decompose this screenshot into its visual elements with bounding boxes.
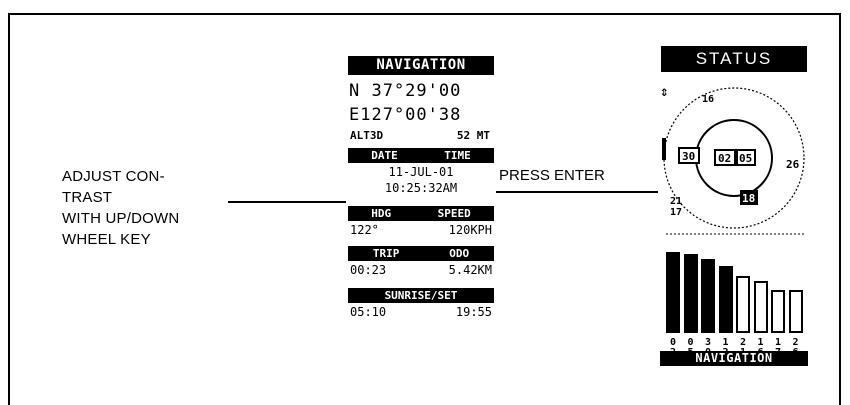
- hdg-value: 122°: [350, 223, 379, 237]
- odo-value: 5.42KM: [448, 263, 492, 277]
- odo-header: ODO: [449, 247, 470, 260]
- trip-odo-header: TRIP ODO: [348, 246, 494, 261]
- sat-label-bottom: 18: [742, 192, 755, 205]
- callout-line-3: WITH UP/DOWN: [62, 210, 180, 227]
- time-value: 10:25:32AM: [384, 181, 458, 195]
- status-footer: NAVIGATION: [660, 351, 808, 366]
- navigation-screen: NAVIGATION N 37°29'00 E127°00'38 ALT3D 5…: [346, 56, 496, 363]
- satellite-sky-view: ⇕ 16 30 02 05 26 18 21 17: [660, 84, 806, 235]
- callout-line-1: ADJUST CON-: [62, 168, 165, 185]
- sky-left-marker: [662, 138, 666, 160]
- altitude-row: ALT3D 52 MT: [346, 127, 496, 142]
- longitude-readout: E127°00'38: [349, 105, 462, 125]
- speed-value: 120KPH: [448, 223, 492, 237]
- hdg-speed-values: 122° 120KPH: [346, 222, 496, 238]
- sunrise-header: SUNRISE/SET: [348, 288, 494, 303]
- sunrise-value: 05:10: [350, 305, 387, 319]
- hdg-header: HDG: [371, 207, 392, 220]
- trip-odo-values: 00:23 5.42KM: [346, 262, 496, 278]
- date-header: DATE: [371, 149, 398, 162]
- sat-label-right: 26: [786, 158, 800, 171]
- date-time-header: DATE TIME: [348, 148, 494, 163]
- signal-bar: [683, 254, 698, 333]
- sat-label-north: 16: [702, 94, 714, 105]
- status-title: STATUS: [661, 46, 807, 72]
- hdg-speed-header: HDG SPEED: [348, 206, 494, 221]
- signal-bar: [666, 252, 680, 333]
- navigation-title: NAVIGATION: [348, 56, 494, 75]
- signal-bar: [736, 276, 750, 333]
- signal-bar: [753, 281, 768, 333]
- sat-label-center1: 02: [718, 152, 731, 165]
- callout-leader-line: [228, 201, 346, 203]
- signal-bar: [718, 266, 733, 333]
- status-screen: STATUS ⇕ 16 30 02 05 26 18 21 17 0 20 53…: [658, 46, 810, 366]
- sat-label-lower-left2: 21: [670, 196, 682, 207]
- sunrise-values: 05:10 19:55: [346, 304, 496, 320]
- trip-value: 00:23: [350, 263, 387, 277]
- contrast-callout: ADJUST CON- TRAST WITH UP/DOWN WHEEL KEY: [62, 166, 179, 250]
- callout-line-2: TRAST: [62, 189, 113, 206]
- signal-strength-bars: [666, 238, 806, 333]
- sunset-value: 19:55: [455, 305, 492, 319]
- callout-line-4: WHEEL KEY: [62, 231, 151, 248]
- sat-label-left: 30: [682, 150, 695, 163]
- signal-bar: [701, 259, 715, 333]
- latitude-readout: N 37°29'00: [349, 81, 462, 101]
- sunrise-header-label: SUNRISE/SET: [384, 289, 458, 302]
- trip-header: TRIP: [372, 247, 400, 260]
- speed-header: SPEED: [437, 207, 471, 220]
- press-enter-arrow-line: [496, 191, 658, 193]
- signal-bar: [788, 290, 803, 333]
- alt-value: 52 MT: [456, 129, 490, 142]
- north-arrow-icon: ⇕: [660, 84, 668, 100]
- press-enter-label: PRESS ENTER: [499, 167, 605, 184]
- sat-label-center2: 05: [739, 152, 752, 165]
- alt-mode: ALT3D: [350, 129, 384, 142]
- sat-label-lower-left: 17: [670, 207, 682, 218]
- signal-bar: [771, 290, 785, 333]
- time-header: TIME: [444, 149, 471, 162]
- date-value: 11-JUL-01: [388, 165, 454, 179]
